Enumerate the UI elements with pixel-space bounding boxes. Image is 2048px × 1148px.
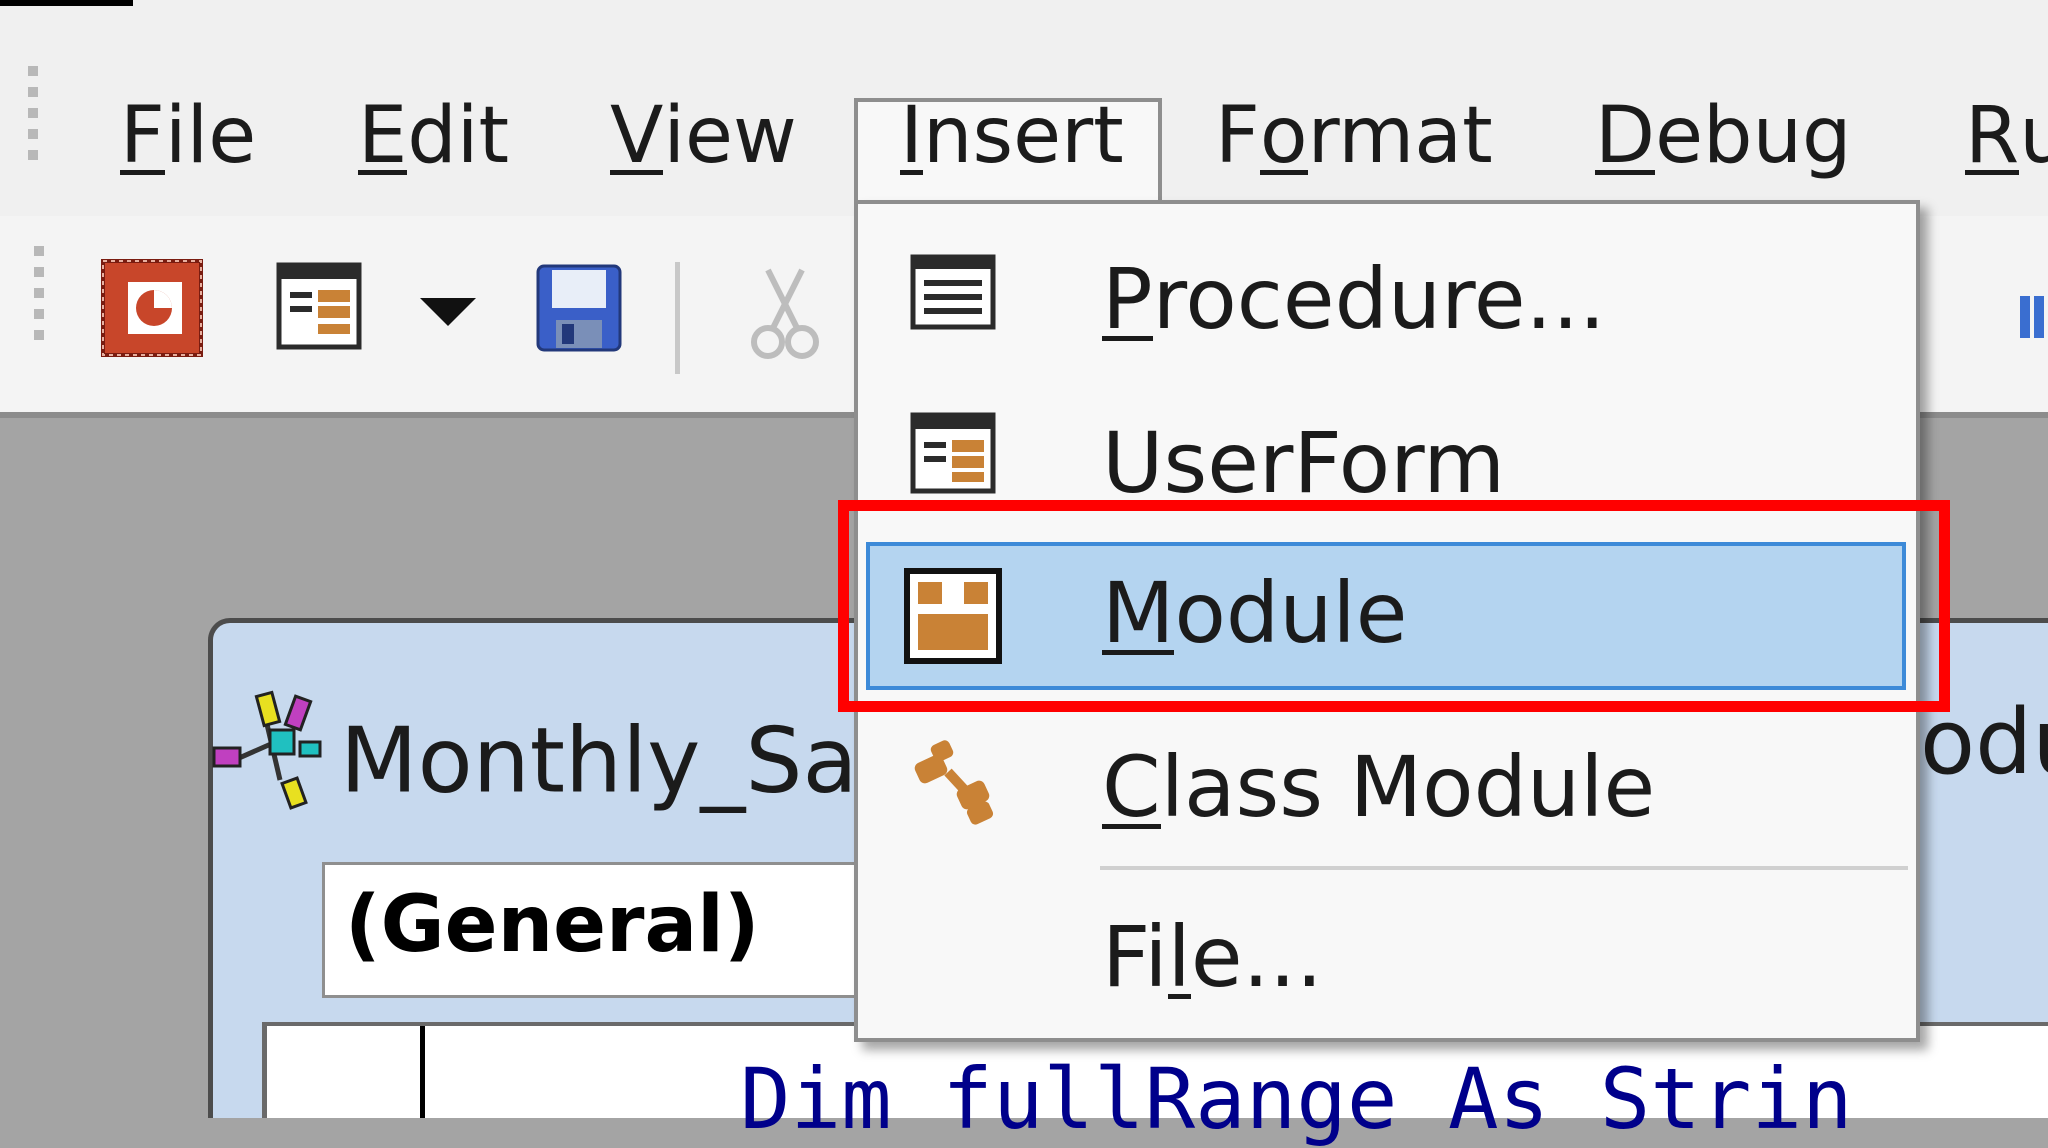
menu-edit[interactable]: Edit	[358, 86, 509, 186]
dropdown-arrow-icon[interactable]	[420, 298, 476, 332]
userform-icon[interactable]	[276, 262, 362, 354]
cut-icon[interactable]	[750, 266, 820, 366]
procedure-icon	[910, 254, 996, 334]
save-icon[interactable]	[536, 264, 622, 356]
toolbar-separator	[675, 262, 680, 374]
code-window-title: Monthly_Sa	[210, 690, 858, 832]
toolbar-partial-icon[interactable]	[2018, 292, 2048, 346]
insert-menu-item-module[interactable]: Module	[854, 542, 1912, 690]
class-module-icon	[910, 736, 1000, 830]
menu-bar: File Edit View Insert Format Debug Ru	[0, 48, 2048, 258]
powerpoint-icon[interactable]	[100, 258, 204, 362]
module-icon-title	[210, 690, 326, 832]
window-top-strip	[0, 0, 2048, 48]
menu-run[interactable]: Ru	[1965, 86, 2048, 186]
code-margin-indicator	[420, 1026, 425, 1118]
module-icon	[904, 568, 1002, 668]
insert-menu-item-file[interactable]: File...	[854, 886, 1912, 1026]
menu-file[interactable]: File	[120, 86, 256, 186]
menu-debug[interactable]: Debug	[1595, 86, 1852, 186]
insert-menu-item-procedure[interactable]: Procedure...	[854, 220, 1912, 370]
insert-menu-separator	[1100, 866, 1908, 870]
menu-insert[interactable]: Insert	[900, 86, 1124, 186]
userform-menu-icon	[910, 412, 996, 498]
toolbar-grip-icon[interactable]	[34, 246, 44, 351]
code-line: Dim fullRange As Strin	[740, 1050, 1853, 1148]
insert-menu-item-userform[interactable]: UserForm	[854, 380, 1912, 530]
code-window-title-tail: odul	[1920, 690, 2048, 795]
menubar-grip-icon[interactable]	[28, 66, 38, 171]
insert-menu-item-class-module[interactable]: Class Module	[854, 708, 1912, 858]
window-corner-mark	[0, 0, 133, 6]
object-combo-value: (General)	[345, 880, 760, 970]
menu-view[interactable]: View	[610, 86, 797, 186]
menu-format[interactable]: Format	[1215, 86, 1493, 186]
